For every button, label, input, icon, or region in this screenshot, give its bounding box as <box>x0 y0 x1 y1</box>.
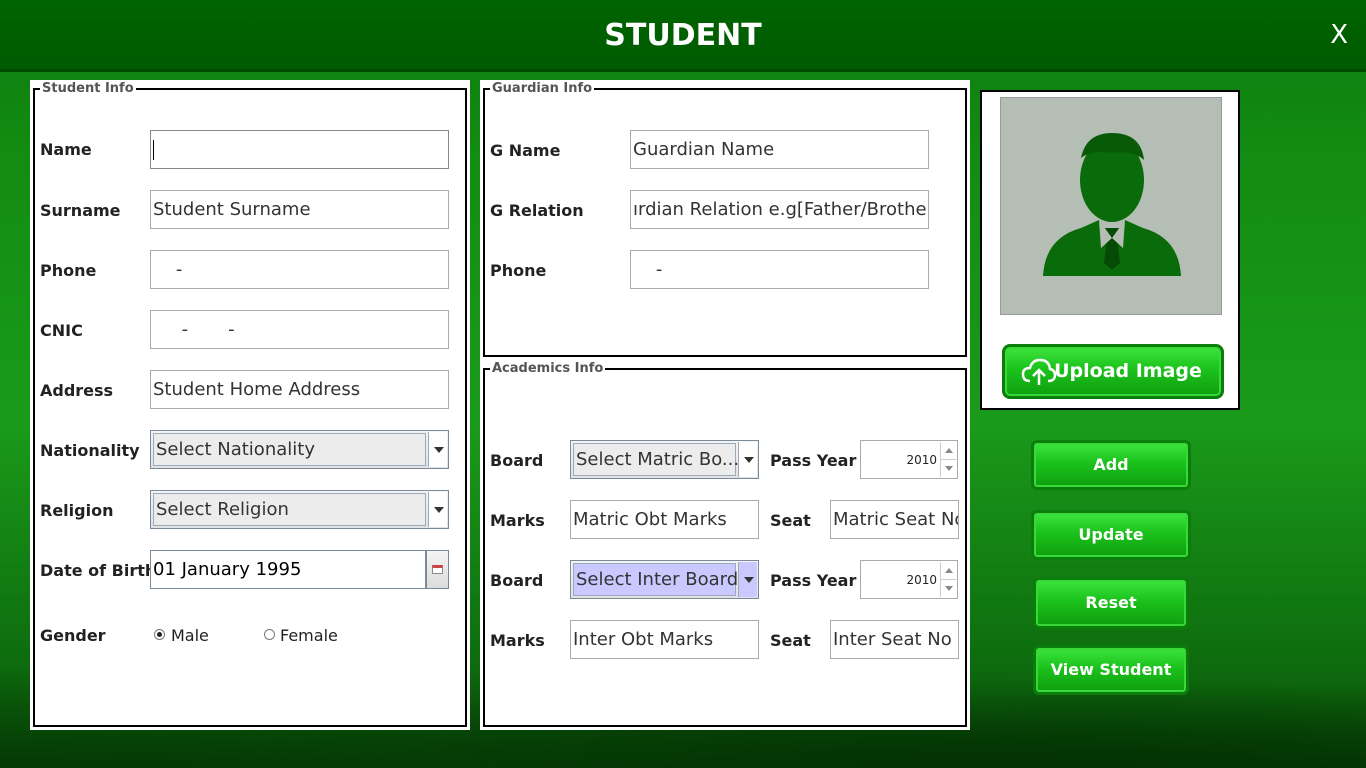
spinner-up-icon[interactable] <box>941 562 956 580</box>
guardian-relation-input[interactable]: ırdian Relation e.g[Father/Brother] <box>630 190 929 229</box>
gender-female-label[interactable]: Female <box>280 626 338 645</box>
matric-board-select[interactable]: Select Matric Bo... <box>570 440 759 479</box>
spinner-down-icon[interactable] <box>941 460 956 478</box>
student-info-panel: Student Info Name Surname Student Surnam… <box>30 80 470 730</box>
surname-label: Surname <box>40 201 121 220</box>
guardian-phone-label: Phone <box>490 261 547 280</box>
address-label: Address <box>40 381 114 400</box>
academics-info-legend: Academics Info <box>490 361 606 376</box>
matric-seat-input[interactable]: Matric Seat No <box>830 500 959 539</box>
matric-pass-year-label: Pass Year <box>770 451 857 470</box>
address-input[interactable]: Student Home Address <box>150 370 449 409</box>
inter-board-label: Board <box>490 571 544 590</box>
window-title: STUDENT <box>604 18 762 53</box>
nationality-select[interactable]: Select Nationality <box>150 430 449 469</box>
matric-pass-year-spinner[interactable]: 2010 <box>860 440 958 479</box>
inter-marks-input[interactable]: Inter Obt Marks <box>570 620 759 659</box>
guardian-phone-input[interactable]: - <box>630 250 929 289</box>
upload-image-button[interactable]: Upload Image <box>1002 344 1224 399</box>
reset-button[interactable]: Reset <box>1033 577 1189 629</box>
student-photo <box>1000 97 1222 315</box>
cnic-input[interactable]: - - <box>150 310 449 349</box>
phone-label: Phone <box>40 261 97 280</box>
inter-pass-year-spinner[interactable]: 2010 <box>860 560 958 599</box>
user-avatar-icon <box>1043 133 1181 276</box>
calendar-button[interactable] <box>426 550 449 589</box>
chevron-down-icon[interactable] <box>738 562 757 597</box>
name-input[interactable] <box>150 130 449 169</box>
chevron-down-icon[interactable] <box>428 492 447 527</box>
inter-seat-input[interactable]: Inter Seat No <box>830 620 959 659</box>
close-button[interactable]: X <box>1330 20 1348 50</box>
religion-select[interactable]: Select Religion <box>150 490 449 529</box>
inter-marks-label: Marks <box>490 631 545 650</box>
matric-marks-label: Marks <box>490 511 545 530</box>
matric-marks-input[interactable]: Matric Obt Marks <box>570 500 759 539</box>
name-label: Name <box>40 140 92 159</box>
chevron-down-icon[interactable] <box>428 432 447 467</box>
spinner-down-icon[interactable] <box>941 580 956 598</box>
phone-input[interactable]: - <box>150 250 449 289</box>
gender-male-radio[interactable] <box>154 629 165 640</box>
inter-seat-label: Seat <box>770 631 811 650</box>
gender-label: Gender <box>40 626 106 645</box>
matric-seat-label: Seat <box>770 511 811 530</box>
academics-info-panel: Academics Info Board Select Matric Bo...… <box>480 360 970 730</box>
dob-input[interactable]: 01 January 1995 <box>150 550 426 589</box>
chevron-down-icon[interactable] <box>738 442 757 477</box>
guardian-name-label: G Name <box>490 141 561 160</box>
cloud-upload-icon <box>1021 358 1057 385</box>
matric-board-label: Board <box>490 451 544 470</box>
spinner-up-icon[interactable] <box>941 442 956 460</box>
add-button[interactable]: Add <box>1031 440 1191 490</box>
dob-label: Date of Birth <box>40 561 157 580</box>
calendar-icon <box>432 565 443 574</box>
photo-panel: Upload Image <box>980 90 1240 410</box>
gender-male-label[interactable]: Male <box>171 626 209 645</box>
title-bar: STUDENT X <box>0 0 1366 72</box>
guardian-relation-label: G Relation <box>490 201 584 220</box>
inter-pass-year-label: Pass Year <box>770 571 857 590</box>
guardian-name-input[interactable]: Guardian Name <box>630 130 929 169</box>
cnic-label: CNIC <box>40 321 83 340</box>
religion-label: Religion <box>40 501 114 520</box>
inter-board-select[interactable]: Select Inter Board <box>570 560 759 599</box>
student-info-legend: Student Info <box>40 81 136 96</box>
surname-input[interactable]: Student Surname <box>150 190 449 229</box>
gender-female-radio[interactable] <box>264 629 275 640</box>
nationality-label: Nationality <box>40 441 140 460</box>
update-button[interactable]: Update <box>1031 510 1191 560</box>
guardian-info-legend: Guardian Info <box>490 81 595 96</box>
guardian-info-panel: Guardian Info G Name Guardian Name G Rel… <box>480 80 970 360</box>
view-student-button[interactable]: View Student <box>1033 645 1189 695</box>
